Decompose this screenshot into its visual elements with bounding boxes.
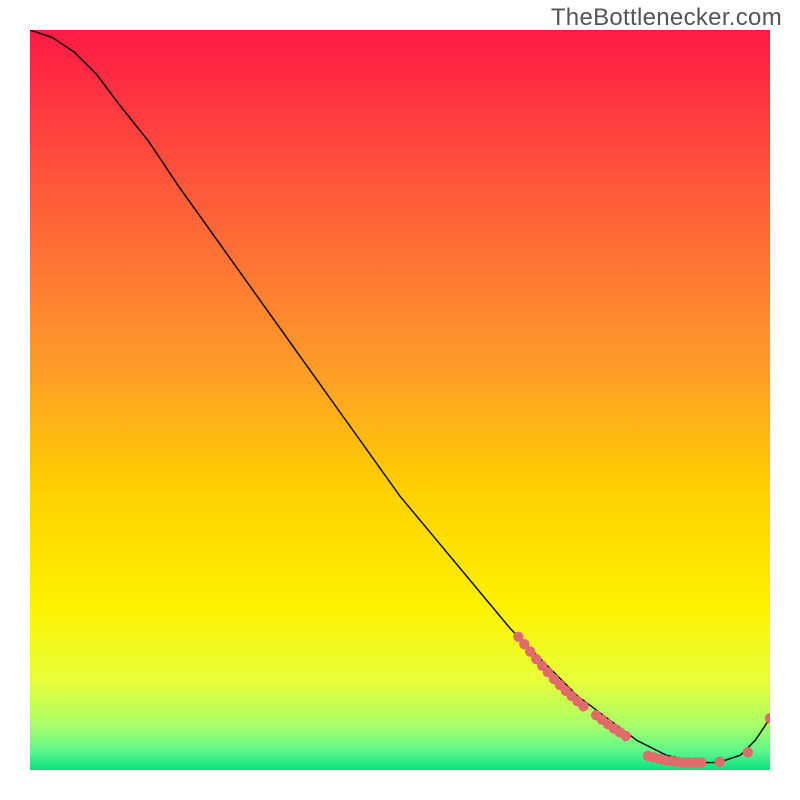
highlight-dots-segment-b — [591, 710, 631, 741]
plot-area — [30, 30, 770, 770]
watermark-text: TheBottleneсker.com — [551, 4, 782, 32]
bottleneck-curve — [30, 30, 770, 763]
highlight-dots-bottom — [643, 747, 753, 768]
chart-container: TheBottleneсker.com — [0, 0, 800, 800]
highlight-dot-end — [765, 713, 770, 723]
highlight-dots-segment-a — [513, 632, 589, 712]
chart-overlay — [30, 30, 770, 770]
